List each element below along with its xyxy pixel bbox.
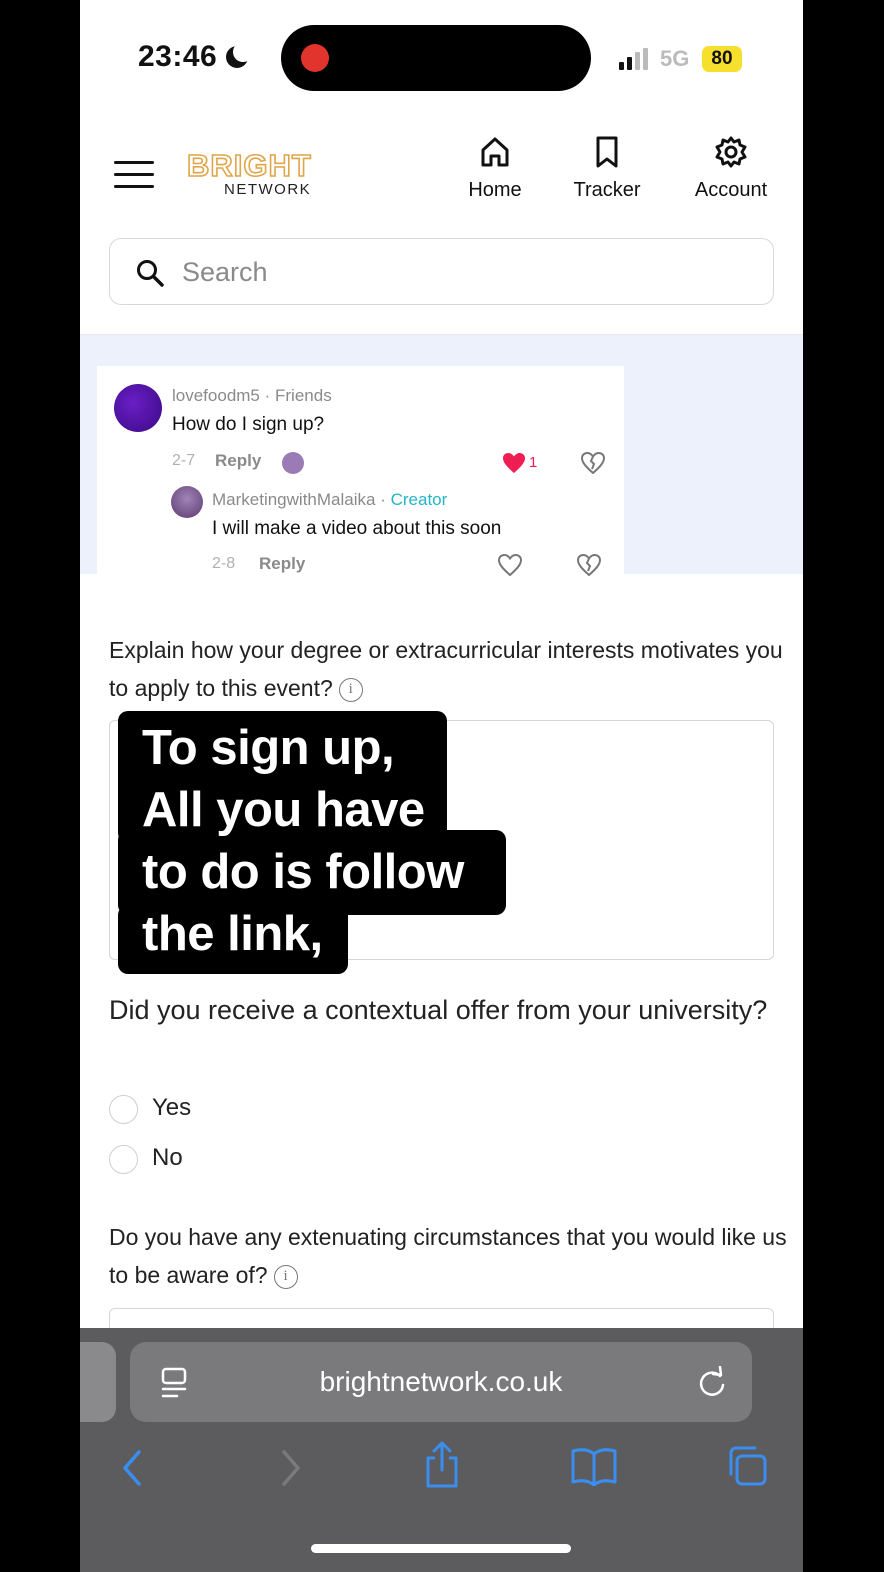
info-icon[interactable]: i	[273, 1264, 298, 1289]
heart-filled-icon[interactable]	[502, 452, 526, 474]
radio-no[interactable]	[109, 1145, 138, 1174]
forward-icon[interactable]	[275, 1448, 305, 1488]
menu-icon[interactable]	[114, 161, 154, 189]
radio-no-label: No	[152, 1144, 183, 1171]
home-icon	[481, 137, 509, 167]
search-input[interactable]	[182, 251, 742, 293]
reply-username: MarketingwithMalaika · Creator	[212, 490, 448, 509]
reply-button[interactable]: Reply	[259, 554, 305, 574]
option-yes[interactable]: Yes	[109, 1092, 309, 1126]
back-icon[interactable]	[118, 1448, 148, 1488]
nav-tracker-label: Tracker	[573, 179, 641, 201]
radio-yes[interactable]	[109, 1095, 138, 1124]
nav-account-label: Account	[694, 179, 768, 201]
network-label: 5G	[660, 46, 690, 71]
avatar	[171, 486, 203, 518]
bookmarks-icon[interactable]	[570, 1446, 618, 1486]
logo-bright[interactable]: BRIGHT	[186, 147, 312, 184]
comment-date: 2-7	[172, 452, 196, 469]
nav-tracker[interactable]: Tracker	[552, 135, 662, 215]
reply-text: I will make a video about this soon	[212, 518, 502, 539]
nav-home-label: Home	[468, 179, 522, 201]
comment-username: lovefoodm5 · Friends	[172, 386, 332, 405]
question-motivation: Explain how your degree or extracurricul…	[109, 637, 783, 702]
search-icon	[137, 260, 164, 287]
question-extenuating: Do you have any extenuating circumstance…	[109, 1224, 787, 1289]
url-text: brightnetwork.co.uk	[319, 1366, 563, 1397]
phone-screen: 23:46 5G 80 BRIGHT NETWORK Home Tracker …	[80, 0, 803, 1572]
question-contextual-offer: Did you receive a contextual offer from …	[109, 995, 768, 1025]
recording-icon	[301, 44, 329, 72]
caption-line: the link,	[142, 907, 323, 961]
nav-home[interactable]: Home	[440, 135, 550, 215]
caption-line: All you have	[142, 783, 425, 837]
share-icon[interactable]	[422, 1440, 462, 1490]
search-bar[interactable]	[109, 238, 774, 305]
option-no[interactable]: No	[109, 1142, 309, 1176]
like-count: 1	[529, 454, 538, 471]
status-time: 23:46	[138, 40, 218, 73]
reply-button[interactable]: Reply	[215, 451, 261, 471]
status-bar: 23:46 5G 80	[80, 0, 803, 118]
dislike-icon[interactable]	[577, 554, 601, 576]
battery-icon: 80	[702, 46, 742, 72]
logo-network[interactable]: NETWORK	[224, 181, 311, 198]
previous-tab[interactable]	[80, 1342, 116, 1422]
reply-date: 2-8	[212, 555, 236, 572]
tabs-icon[interactable]	[725, 1444, 769, 1488]
reload-icon[interactable]	[696, 1366, 728, 1400]
gear-icon	[715, 136, 747, 168]
dislike-icon[interactable]	[581, 452, 605, 474]
address-bar[interactable]: brightnetwork.co.uk	[130, 1342, 752, 1422]
creator-liked-avatar	[282, 452, 304, 474]
home-indicator[interactable]	[311, 1544, 571, 1553]
caption-line: to do is follow	[142, 845, 464, 899]
heart-outline-icon[interactable]	[498, 554, 522, 576]
comment-card: lovefoodm5 · Friends How do I sign up? 2…	[97, 366, 624, 576]
browser-toolbar: brightnetwork.co.uk	[80, 1328, 803, 1572]
info-icon[interactable]: i	[338, 677, 363, 702]
moon-icon	[226, 42, 253, 68]
comment-text: How do I sign up?	[172, 414, 325, 435]
app-header: BRIGHT NETWORK Home Tracker Account	[80, 125, 803, 225]
caption-line: To sign up,	[142, 721, 395, 775]
dynamic-island	[281, 25, 591, 91]
nav-account[interactable]: Account	[676, 135, 786, 215]
comment-banner: lovefoodm5 · Friends How do I sign up? 2…	[80, 334, 803, 576]
radio-yes-label: Yes	[152, 1094, 192, 1121]
signal-icon	[619, 48, 649, 70]
avatar	[114, 384, 162, 432]
bookmark-icon	[596, 136, 618, 168]
